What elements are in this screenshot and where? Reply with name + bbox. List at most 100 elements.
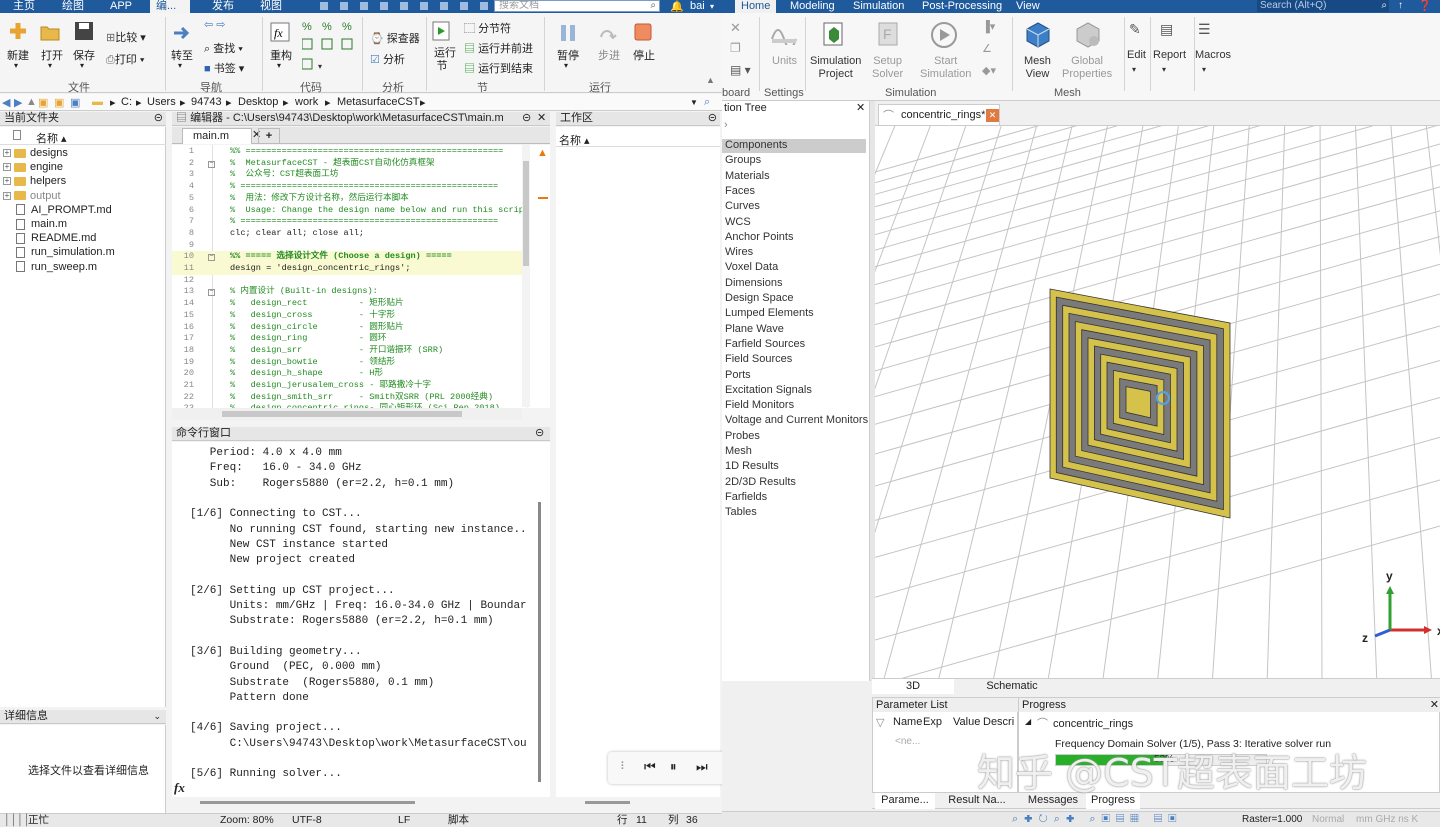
user-menu-icon[interactable]: ▾ xyxy=(710,0,714,13)
tab-3d[interactable]: 3D xyxy=(872,679,954,694)
file-row[interactable]: AI_PROMPT.md xyxy=(4,203,112,217)
code-line[interactable]: 10 − %% ===== 选择设计文件 (Choose a design) ===… xyxy=(172,251,532,263)
units-button[interactable]: Units xyxy=(772,55,797,68)
code-editor[interactable]: ▲ 1 %% ==================================… xyxy=(172,145,550,408)
tree-item[interactable]: Farfields xyxy=(725,491,767,503)
close-icon[interactable]: ✕ xyxy=(856,101,865,114)
chevron-down-icon[interactable]: ⌄ xyxy=(153,710,161,723)
code-line[interactable]: 12 xyxy=(172,275,532,287)
report-button[interactable]: Report xyxy=(1153,49,1186,62)
report-dropdown-icon[interactable]: ▾ xyxy=(1162,63,1166,76)
tree-item[interactable]: Faces xyxy=(725,185,755,197)
close-tab-icon[interactable]: ✕ xyxy=(986,109,999,122)
crumb-drive[interactable]: C: xyxy=(121,96,132,108)
file-row[interactable]: run_sweep.m xyxy=(4,260,97,274)
code-line[interactable]: 3 % 公众号：CST超表面工坊 xyxy=(172,169,532,181)
goto-dropdown-icon[interactable]: ▾ xyxy=(178,61,182,70)
warning-icon[interactable]: ▲ xyxy=(537,147,548,159)
bell-icon[interactable]: 🔔 xyxy=(670,0,684,13)
code-tools-icons[interactable]: %%% ▾ xyxy=(302,19,358,77)
address-search-icon[interactable]: ⌕ xyxy=(704,96,710,109)
panel-menu-icon[interactable]: ⊝ xyxy=(708,112,717,125)
code-line[interactable]: 22 % design_smith_srr - Smith双SRR (PRL 20… xyxy=(172,392,532,404)
tree-item[interactable]: 2D/3D Results xyxy=(725,476,796,488)
bookmark-button[interactable]: ■ 书签 ▾ xyxy=(204,60,244,76)
fold-icon[interactable]: − xyxy=(208,160,215,168)
crumb-user[interactable]: 94743 xyxy=(191,96,222,108)
tree-item[interactable]: Dimensions xyxy=(725,277,782,289)
macros-dropdown-icon[interactable]: ▾ xyxy=(1202,63,1206,76)
tree-item[interactable]: 1D Results xyxy=(725,460,779,472)
folder-row[interactable]: + output xyxy=(3,189,61,203)
code-line[interactable]: 16 % design_circle - 圆形贴片 xyxy=(172,322,532,334)
col-expression[interactable]: Exp xyxy=(923,716,942,728)
up-folder-icon[interactable]: ▲ xyxy=(26,96,37,108)
doc-search-input[interactable]: 搜索文档 ⌕ xyxy=(494,0,660,12)
workspace-column-header[interactable]: 名称 ▴ xyxy=(556,127,720,147)
edit-button[interactable]: Edit xyxy=(1127,49,1146,62)
expand-icon[interactable]: + xyxy=(3,163,11,172)
search-icon[interactable]: ⌕ xyxy=(650,1,656,11)
code-line[interactable]: 11 design = 'design_concentric_rings'; xyxy=(172,263,532,275)
code-line[interactable]: 5 % 用法：修改下方设计名称，然后运行本脚本 xyxy=(172,193,532,205)
tree-item[interactable]: Design Space xyxy=(725,292,794,304)
tab-concentric-rings[interactable]: ⌒ concentric_rings* ✕ xyxy=(878,104,1000,125)
view-tool-icons[interactable]: ⌕✚↻⌕✚ ⌕▣▤▦ ▤▣ xyxy=(1012,813,1182,826)
cmd-hscroll-thumb[interactable] xyxy=(200,801,415,804)
folder-row[interactable]: + engine xyxy=(3,160,63,174)
tree-item[interactable]: Farfield Sources xyxy=(725,338,805,350)
print-button[interactable]: ⎙打印 ▾ xyxy=(106,51,145,67)
crumb-project[interactable]: MetasurfaceCST xyxy=(337,96,420,108)
tab-view[interactable]: View xyxy=(1016,0,1040,13)
tree-item[interactable]: Voxel Data xyxy=(725,261,778,273)
edit-dropdown-icon[interactable]: ▾ xyxy=(1132,63,1136,76)
tab-home[interactable]: 主页 xyxy=(13,0,35,13)
user-name[interactable]: bai xyxy=(690,0,705,13)
section-break-button[interactable]: ⬚ 分节符 xyxy=(464,20,511,36)
find-button[interactable]: ⌕ 查找 ▾ xyxy=(204,40,243,56)
profiler-button[interactable]: ⌚ 探查器 xyxy=(370,30,420,46)
optimizer-icon[interactable]: ▐▾ xyxy=(982,20,995,33)
start-simulation-button[interactable]: Start Simulation xyxy=(920,55,971,81)
tab-apps[interactable]: APP xyxy=(110,0,132,13)
code-line[interactable]: 14 % design_rect - 矩形贴片 xyxy=(172,298,532,310)
tree-item[interactable]: Materials xyxy=(725,170,770,182)
panel-menu-icon[interactable]: ⊝ xyxy=(154,112,163,125)
tree-item[interactable]: Tables xyxy=(725,506,757,518)
crumb-desktop[interactable]: Desktop xyxy=(238,96,278,108)
col-description[interactable]: Descri xyxy=(983,716,1014,728)
tree-item[interactable]: Excitation Signals xyxy=(725,384,812,396)
simulation-project-button[interactable]: Simulation Project xyxy=(810,55,861,81)
code-line[interactable]: 20 % design_h_shape - H形 xyxy=(172,368,532,380)
col-value[interactable]: Value xyxy=(953,716,980,728)
tab-post-processing[interactable]: Post-Processing xyxy=(922,0,1002,13)
help-icon[interactable]: ❓ xyxy=(1418,0,1432,13)
chevron-down-icon[interactable]: ◢ xyxy=(1025,717,1031,726)
code-line[interactable]: 21 % design_jerusalem_cross - 耶路撒冷十字 xyxy=(172,380,532,392)
cst-search-input[interactable]: Search (Alt+Q) ⌕ xyxy=(1257,0,1389,12)
tree-item[interactable]: Ports xyxy=(725,369,751,381)
code-line[interactable]: 4 % =====================================… xyxy=(172,181,532,193)
ws-hscroll-thumb[interactable] xyxy=(585,801,630,804)
macros-button[interactable]: Macros xyxy=(1195,49,1231,62)
expand-icon[interactable]: + xyxy=(3,191,11,200)
expand-icon[interactable]: + xyxy=(3,177,11,186)
code-line[interactable]: 9 xyxy=(172,240,532,252)
hscroll-thumb[interactable] xyxy=(222,411,462,417)
file-row[interactable]: main.m xyxy=(4,217,67,231)
step-button[interactable]: 步进 xyxy=(598,47,620,63)
new-tab-button[interactable]: + xyxy=(258,128,280,144)
warning-marker[interactable] xyxy=(538,197,548,199)
close-icon[interactable]: ✕ xyxy=(1430,698,1439,712)
run-section-button[interactable]: 运行 节 xyxy=(434,47,456,73)
tab-parameters[interactable]: Parame... xyxy=(875,793,935,809)
tree-item[interactable]: Field Monitors xyxy=(725,399,794,411)
paste-icon[interactable]: ▤ ▾ xyxy=(730,63,751,77)
tree-item[interactable]: Wires xyxy=(725,246,753,258)
back-forward-icons[interactable]: ⇦ ⇨ xyxy=(204,18,226,31)
viewport-canvas[interactable]: xyz xyxy=(875,126,1440,678)
tab-editor[interactable]: 编... xyxy=(150,0,190,13)
fold-icon[interactable]: − xyxy=(208,289,215,297)
folder-row[interactable]: + designs xyxy=(3,146,68,160)
code-line[interactable]: 19 % design_bowtie - 领结形 xyxy=(172,357,532,369)
